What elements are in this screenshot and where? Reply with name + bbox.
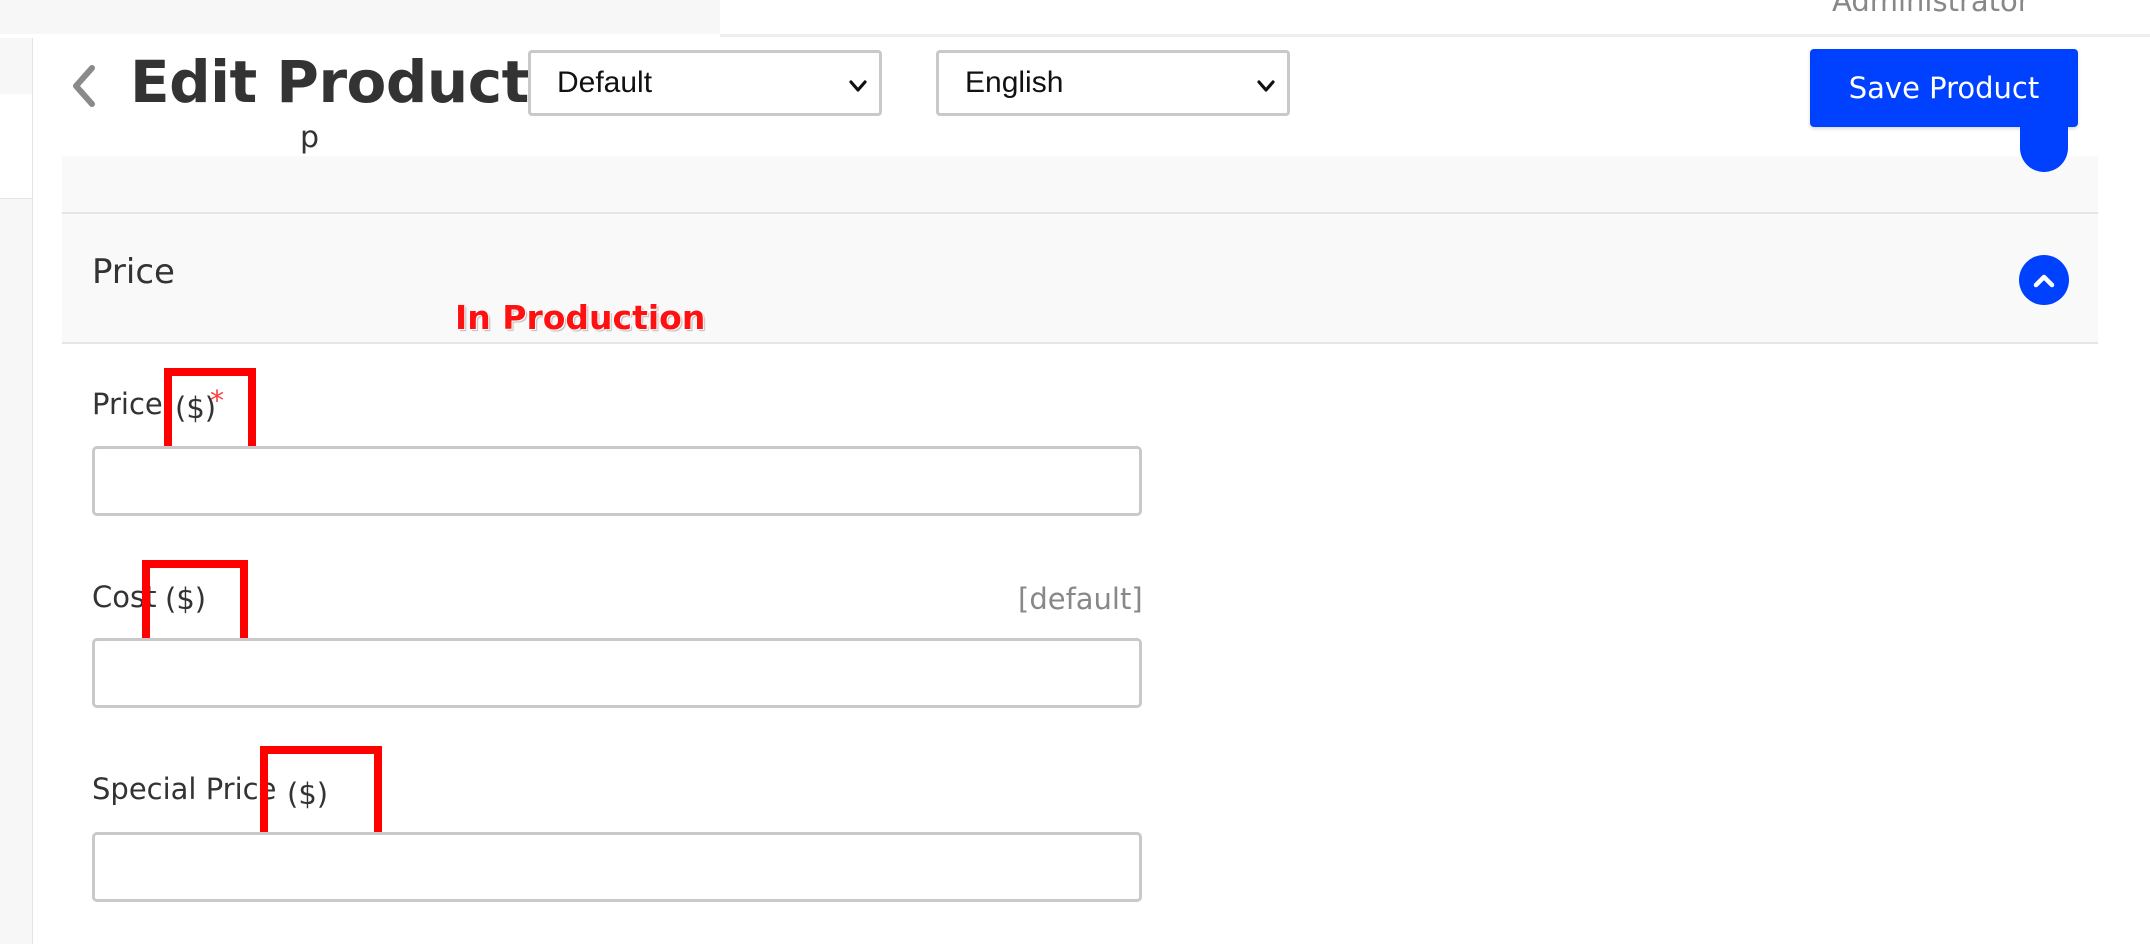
user-role-label[interactable]: Administrator [1832,0,2030,18]
store-view-select[interactable]: Default [528,50,882,116]
sidebar [0,38,33,944]
price-section-header[interactable] [62,214,2098,344]
previous-section-header[interactable] [62,156,2098,214]
price-field-label: Price [92,387,163,421]
store-view-select-value: Default [557,66,653,99]
page-title: Edit Product [130,48,529,116]
in-production-annotation: In Production [455,298,706,337]
highlight-box [260,746,382,846]
language-select-value: English [965,66,1064,99]
sidebar-item[interactable] [0,94,32,199]
top-bar-divider [720,34,2150,37]
special-price-field-label: Special Price [92,772,277,806]
chevron-down-icon [847,71,869,105]
language-select[interactable]: English [936,50,1290,116]
collapse-chevron-up-icon[interactable] [2019,255,2069,305]
top-bar-left-area [0,0,720,34]
top-bar [0,0,2150,38]
chevron-down-icon [1255,71,1277,105]
previous-section-title: p [300,120,320,155]
default-scope-hint: [default] [1018,582,1143,616]
special-price-input[interactable] [92,832,1142,902]
price-input[interactable] [92,446,1142,516]
price-section-title: Price [92,252,175,292]
save-product-button[interactable]: Save Product [1810,49,2078,127]
back-chevron-icon[interactable] [62,60,106,112]
previous-section-toggle[interactable] [2020,120,2068,172]
cost-input[interactable] [92,638,1142,708]
highlight-box [142,560,248,650]
